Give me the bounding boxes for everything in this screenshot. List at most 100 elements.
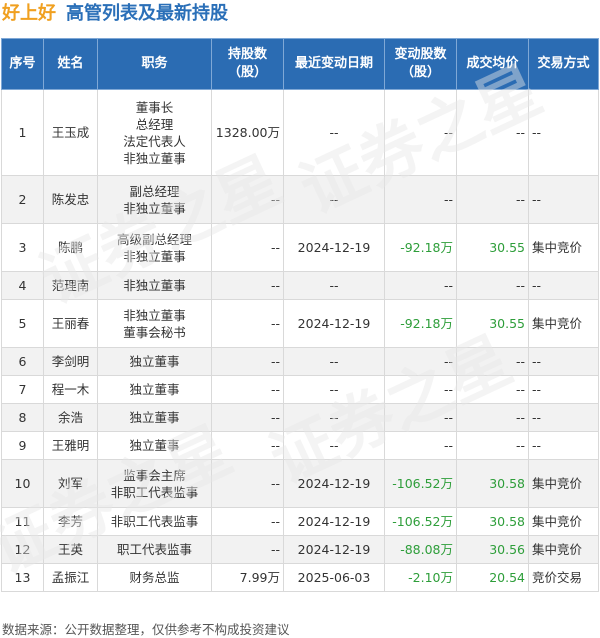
shares-held: -- [211,375,284,404]
change-date: 2024-12-19 [283,299,385,348]
row-index: 11 [1,507,44,536]
col-header-name: 姓名 [43,38,98,90]
executive-name: 王雅明 [43,431,98,460]
trade-type: -- [528,175,599,224]
table-row: 2 陈发忠 副总经理 非独立董事 -- -- -- -- -- [1,175,599,224]
changed-shares: -- [384,347,457,376]
data-source-note: 数据来源：公开数据整理，仅供参考不构成投资建议 [2,622,290,637]
row-index: 2 [1,175,44,224]
position-title: 非独立董事 [123,150,186,166]
trade-type: -- [528,271,599,300]
col-header-shares: 持股数 （股） [211,38,284,90]
changed-shares: -92.18万 [384,299,457,348]
executive-name: 李芳 [43,507,98,536]
executive-positions: 监事会主席 非职工代表监事 [97,459,212,508]
executive-positions: 职工代表监事 [97,535,212,564]
col-header-avg-price: 成交均价 [456,38,529,90]
row-index: 4 [1,271,44,300]
table-row: 4 范理南 非独立董事 -- -- -- -- -- [1,271,599,300]
table-header-row: 序号 姓名 职务 持股数 （股） 最近变动日期 变动股数 （股） 成交均价 交易方式 [1,38,599,90]
company-name: 好上好 [2,3,56,24]
position-title: 总经理 [135,116,174,132]
position-title: 非独立董事 [123,307,186,323]
average-price: -- [456,375,529,404]
position-title: 非独立董事 [123,248,186,264]
executive-name: 程一木 [43,375,98,404]
row-index: 10 [1,459,44,508]
average-price: -- [456,271,529,300]
position-title: 董事会秘书 [123,324,186,340]
trade-type: -- [528,347,599,376]
position-title: 独立董事 [129,438,180,453]
executive-name: 王英 [43,535,98,564]
table-row: 12 王英 职工代表监事 -- 2024-12-19 -88.08万 30.56 集中竞价 [1,535,599,564]
table-row: 13 孟振江 财务总监 7.99万 2025-06-03 -2.10万 20.54 竞价交易 [1,563,599,592]
change-date: -- [283,431,385,460]
average-price: -- [456,89,529,176]
position-title: 非职工代表监事 [110,514,199,529]
trade-type: -- [528,375,599,404]
row-index: 9 [1,431,44,460]
change-date: -- [283,347,385,376]
executive-name: 陈发忠 [43,175,98,224]
executive-name: 刘军 [43,459,98,508]
position-title: 高级副总经理 [116,231,192,247]
row-index: 12 [1,535,44,564]
trade-type: 集中竞价 [528,459,599,508]
position-title: 董事长 [135,99,174,115]
change-date: -- [283,175,385,224]
position-title: 副总经理 [129,183,180,199]
position-title: 非独立董事 [123,278,186,293]
trade-type: -- [528,89,599,176]
shares-held: -- [211,507,284,536]
executive-positions: 独立董事 [97,403,212,432]
col-header-change-date: 最近变动日期 [283,38,385,90]
change-date: 2024-12-19 [283,535,385,564]
change-date: 2024-12-19 [283,507,385,536]
executive-positions: 非独立董事 董事会秘书 [97,299,212,348]
average-price: 30.55 [456,299,529,348]
executive-positions: 副总经理 非独立董事 [97,175,212,224]
position-title: 独立董事 [129,354,180,369]
executive-name: 余浩 [43,403,98,432]
changed-shares: -2.10万 [384,563,457,592]
average-price: -- [456,175,529,224]
trade-type: 集中竞价 [528,535,599,564]
executive-name: 王丽春 [43,299,98,348]
position-title: 非独立董事 [123,200,186,216]
average-price: 30.58 [456,459,529,508]
row-index: 7 [1,375,44,404]
changed-shares: -88.08万 [384,535,457,564]
changed-shares: -- [384,403,457,432]
changed-shares: -- [384,89,457,176]
table-body: 1 王玉成 董事长 总经理 法定代表人 非独立董事 1328.00万 -- -- -- -- 2 陈发忠… [1,89,599,592]
average-price: 30.55 [456,223,529,272]
change-date: 2024-12-19 [283,223,385,272]
average-price: -- [456,347,529,376]
shares-held: -- [211,403,284,432]
average-price: 30.58 [456,507,529,536]
table-row: 3 陈鹏 高级副总经理 非独立董事 -- 2024-12-19 -92.18万 30.55 集中… [1,223,599,272]
average-price: 30.56 [456,535,529,564]
executive-positions: 非独立董事 [97,271,212,300]
row-index: 8 [1,403,44,432]
executive-name: 范理南 [43,271,98,300]
table-row: 6 李剑明 独立董事 -- -- -- -- -- [1,347,599,376]
shares-held: -- [211,175,284,224]
row-index: 13 [1,563,44,592]
position-title: 独立董事 [129,410,180,425]
average-price: -- [456,431,529,460]
position-title: 监事会主席 [123,467,186,483]
shares-held: -- [211,431,284,460]
shares-held: -- [211,459,284,508]
shares-held: -- [211,347,284,376]
position-title: 非职工代表监事 [110,484,199,500]
trade-type: 集中竞价 [528,299,599,348]
executive-name: 孟振江 [43,563,98,592]
col-header-position: 职务 [97,38,212,90]
page-title: 好上好 高管列表及最新持股 [0,0,600,30]
change-date: 2025-06-03 [283,563,385,592]
row-index: 6 [1,347,44,376]
executive-positions: 董事长 总经理 法定代表人 非独立董事 [97,89,212,176]
executive-positions: 财务总监 [97,563,212,592]
